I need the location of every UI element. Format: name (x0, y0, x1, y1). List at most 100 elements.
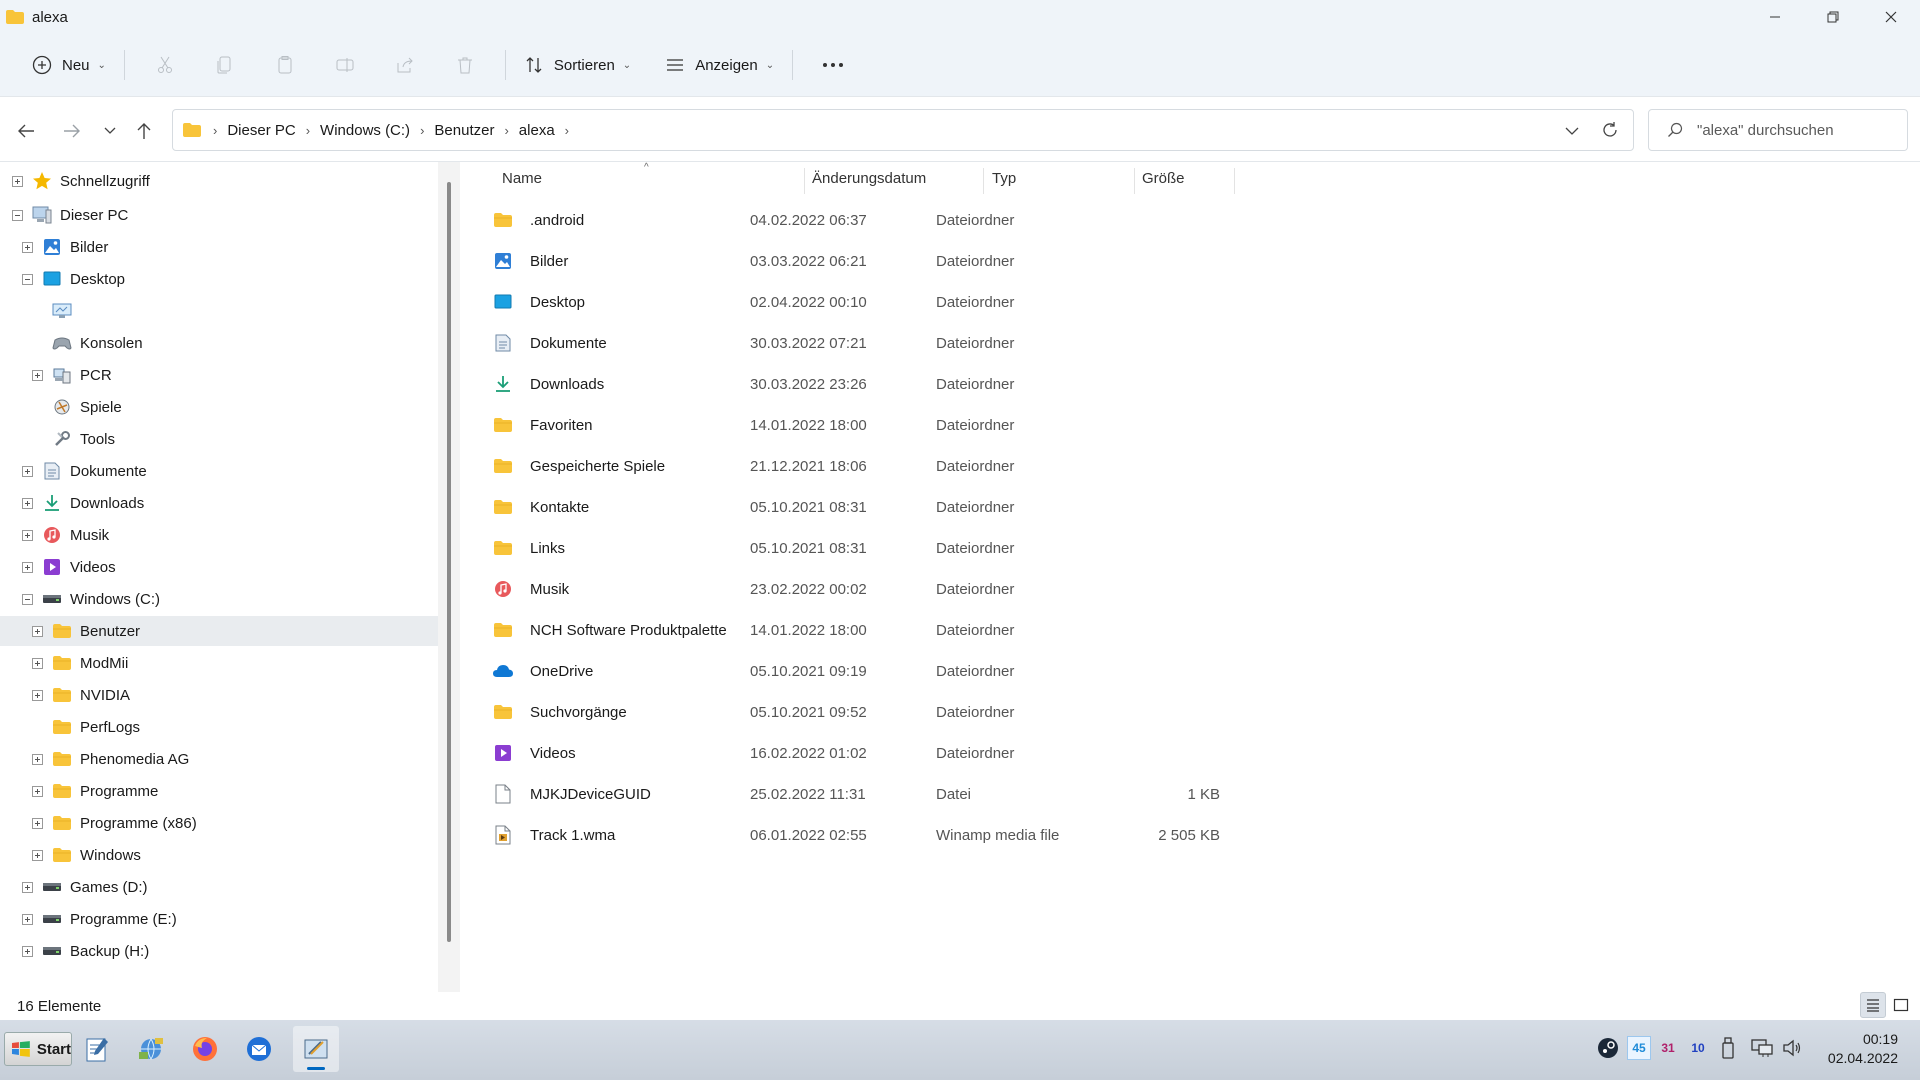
file-row[interactable]: Bilder 03.03.2022 06:21 Dateiordner (486, 241, 1696, 282)
column-divider[interactable] (1134, 168, 1135, 194)
view-button[interactable]: Anzeigen ⌄ (657, 45, 782, 85)
back-button[interactable] (12, 117, 40, 145)
nav-tree-item[interactable]: Downloads (0, 488, 438, 518)
file-row[interactable]: Kontakte 05.10.2021 08:31 Dateiordner (486, 487, 1696, 528)
start-button[interactable]: Start (4, 1032, 72, 1066)
file-row[interactable]: Desktop 02.04.2022 00:10 Dateiordner (486, 282, 1696, 323)
column-divider[interactable] (983, 168, 984, 194)
expand-icon[interactable] (20, 560, 34, 574)
file-row[interactable]: Dokumente 30.03.2022 07:21 Dateiordner (486, 323, 1696, 364)
column-header-date[interactable]: Änderungsdatum (812, 162, 982, 194)
nav-tree-item[interactable]: Bilder (0, 232, 438, 262)
nav-tree-item[interactable]: Videos (0, 552, 438, 582)
file-row[interactable]: NCH Software Produktpalette 14.01.2022 18… (486, 610, 1696, 651)
expand-icon[interactable] (20, 880, 34, 894)
collapse-icon[interactable] (20, 592, 34, 606)
nav-tree-item[interactable]: Musik (0, 520, 438, 550)
search-input[interactable] (1697, 121, 1887, 139)
tray-counter-blue[interactable]: 45 (1627, 1036, 1651, 1060)
expand-icon[interactable] (30, 656, 44, 670)
taskbar-clock[interactable]: 00:19 02.04.2022 (1828, 1030, 1898, 1068)
nav-tree-item[interactable]: PCR (0, 360, 438, 390)
file-row[interactable]: Gespeicherte Spiele 21.12.2021 18:06 Datei… (486, 446, 1696, 487)
expand-icon[interactable] (20, 240, 34, 254)
nav-tree-item[interactable]: ModMii (0, 648, 438, 678)
expand-icon[interactable] (20, 528, 34, 542)
expand-icon[interactable] (20, 912, 34, 926)
paste-button[interactable] (255, 45, 315, 85)
file-row[interactable]: OneDrive 05.10.2021 09:19 Dateiordner (486, 651, 1696, 692)
steam-icon[interactable] (1596, 1036, 1620, 1060)
expand-icon[interactable] (30, 688, 44, 702)
address-bar[interactable]: › Dieser PC › Windows (C:) › Benutzer › … (172, 109, 1634, 151)
taskbar-app-thunderbird[interactable] (236, 1026, 282, 1072)
nav-tree-item[interactable]: Konsolen (0, 328, 438, 358)
expand-icon[interactable] (30, 368, 44, 382)
nav-tree-item[interactable]: Windows (0, 840, 438, 870)
scrollbar-thumb[interactable] (447, 182, 451, 942)
file-row[interactable]: .android 04.02.2022 06:37 Dateiordner (486, 200, 1696, 241)
expand-icon[interactable] (30, 816, 44, 830)
delete-button[interactable] (435, 45, 495, 85)
expand-icon[interactable] (30, 848, 44, 862)
column-divider[interactable] (1234, 168, 1235, 194)
close-button[interactable] (1862, 0, 1920, 34)
file-row[interactable]: Musik 23.02.2022 00:02 Dateiordner (486, 569, 1696, 610)
copy-button[interactable] (195, 45, 255, 85)
minimize-button[interactable] (1746, 0, 1804, 34)
nav-tree-item[interactable]: PerfLogs (0, 712, 438, 742)
breadcrumb-item[interactable]: alexa (519, 122, 555, 139)
breadcrumb-item[interactable]: Dieser PC (227, 122, 295, 139)
chevron-right-icon[interactable]: › (565, 123, 569, 138)
column-header-size[interactable]: Größe (1142, 162, 1232, 194)
navigation-pane-scrollbar[interactable] (438, 162, 460, 992)
cut-button[interactable] (135, 45, 195, 85)
recent-locations-button[interactable] (96, 117, 124, 145)
file-row[interactable]: Suchvorgänge 05.10.2021 09:52 Dateiordner (486, 692, 1696, 733)
expand-icon[interactable] (30, 624, 44, 638)
nav-tree-item[interactable]: Phenomedia AG (0, 744, 438, 774)
address-history-button[interactable] (1565, 122, 1579, 144)
file-row[interactable]: Track 1.wma 06.01.2022 02:55 Winamp media … (486, 815, 1696, 856)
nav-tree-item[interactable]: Desktop (0, 264, 438, 294)
expand-icon[interactable] (20, 464, 34, 478)
chevron-right-icon[interactable]: › (420, 123, 424, 138)
volume-icon[interactable] (1780, 1036, 1804, 1060)
file-row[interactable]: Links 05.10.2021 08:31 Dateiordner (486, 528, 1696, 569)
nav-tree-item[interactable]: Spiele (0, 392, 438, 422)
nav-tree-item[interactable]: Dokumente (0, 456, 438, 486)
restore-button[interactable] (1804, 0, 1862, 34)
expand-icon[interactable] (30, 752, 44, 766)
sort-button[interactable]: Sortieren ⌄ (516, 45, 639, 85)
file-row[interactable]: Downloads 30.03.2022 23:26 Dateiordner (486, 364, 1696, 405)
collapse-icon[interactable] (20, 272, 34, 286)
tray-counter-magenta[interactable]: 31 (1656, 1036, 1680, 1060)
nav-tree-item[interactable]: Programme (x86) (0, 808, 438, 838)
network-status-icon[interactable] (1750, 1036, 1774, 1060)
chevron-right-icon[interactable]: › (306, 123, 310, 138)
taskbar-app-explorer[interactable] (293, 1026, 339, 1072)
column-divider[interactable] (804, 168, 805, 194)
collapse-icon[interactable] (10, 208, 24, 222)
column-header-name[interactable]: Name (502, 162, 742, 194)
share-button[interactable] (375, 45, 435, 85)
taskbar-app-network[interactable] (128, 1026, 174, 1072)
nav-tree-item[interactable]: NVIDIA (0, 680, 438, 710)
new-button[interactable]: Neu ⌄ (24, 45, 114, 85)
nav-tree-item[interactable]: Benutzer (0, 616, 438, 646)
breadcrumb-item[interactable]: Benutzer (434, 122, 494, 139)
up-button[interactable] (130, 117, 158, 145)
more-options-button[interactable] (803, 45, 863, 85)
details-view-button[interactable] (1860, 992, 1886, 1018)
expand-icon[interactable] (20, 944, 34, 958)
nav-tree-item[interactable]: Windows (C:) (0, 584, 438, 614)
taskbar-app-firefox[interactable] (182, 1026, 228, 1072)
tray-counter-navy[interactable]: 10 (1686, 1036, 1710, 1060)
nav-tree-item[interactable]: Dieser PC (0, 200, 438, 230)
nav-tree-item[interactable]: Programme (0, 776, 438, 806)
search-box[interactable] (1648, 109, 1908, 151)
breadcrumb-item[interactable]: Windows (C:) (320, 122, 410, 139)
nav-tree-item[interactable]: Schnellzugriff (0, 166, 438, 196)
nav-tree-item[interactable]: Backup (H:) (0, 936, 438, 966)
nav-tree-item[interactable]: Programme (E:) (0, 904, 438, 934)
